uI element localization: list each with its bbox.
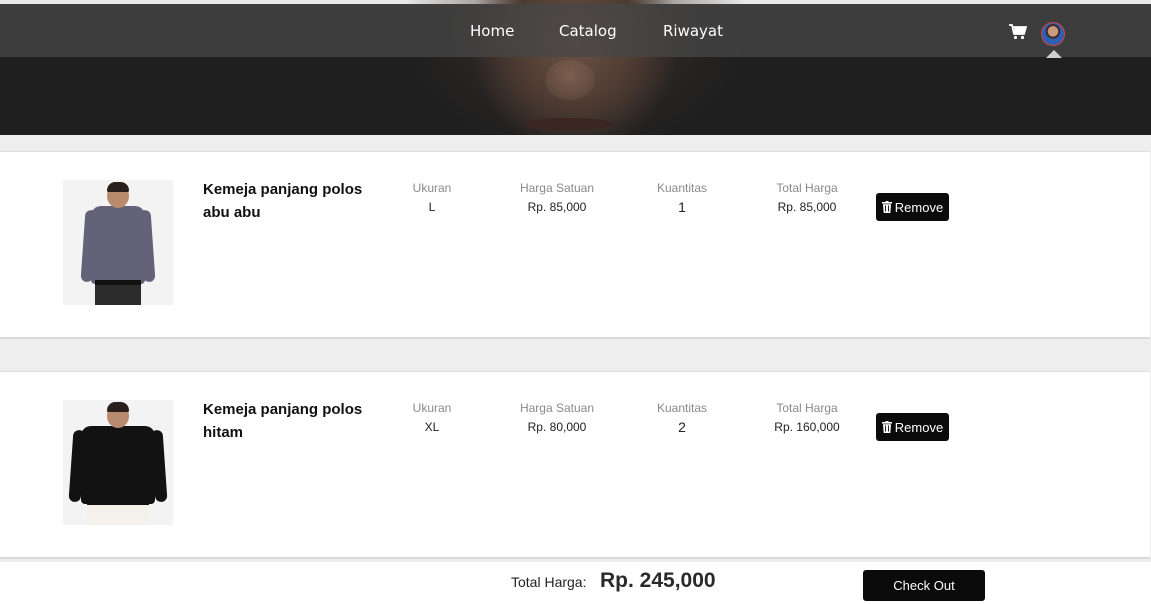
total-price-value: Rp. 85,000: [777, 200, 837, 214]
quantity-value: 1: [678, 199, 686, 215]
hero-photo-nose: [545, 60, 595, 100]
size-value: XL: [424, 420, 440, 434]
model-pants: [87, 504, 149, 525]
hero-banner: Home Catalog Riwayat: [0, 0, 1151, 135]
hero-photo-mouth: [525, 118, 615, 130]
remove-button[interactable]: Remove: [876, 413, 949, 441]
model-hair: [107, 402, 129, 412]
cart-item: Kemeja panjang polos hitam Ukuran XL Har…: [0, 371, 1150, 559]
cart-item: Kemeja panjang polos abu abu Ukuran L Ha…: [0, 151, 1150, 339]
nav-link-riwayat[interactable]: Riwayat: [663, 22, 723, 40]
navbar: Home Catalog Riwayat: [0, 4, 1151, 58]
total-price-column: Total Harga Rp. 160,000: [762, 401, 852, 434]
product-image: [63, 400, 173, 525]
remove-button-label: Remove: [894, 199, 944, 215]
quantity-value: 2: [678, 419, 686, 435]
unit-price-label: Harga Satuan: [519, 181, 595, 195]
product-image: [63, 180, 173, 305]
size-label: Ukuran: [412, 181, 452, 195]
model-hair: [107, 182, 129, 192]
quantity-label: Kuantitas: [656, 181, 708, 195]
checkout-summary-bar: Total Harga: Rp. 245,000 Check Out: [0, 562, 1151, 604]
cart-icon[interactable]: [1009, 24, 1027, 40]
grand-total-label: Total Harga:: [511, 574, 587, 590]
unit-price-column: Harga Satuan Rp. 85,000: [506, 181, 608, 214]
checkout-button[interactable]: Check Out: [863, 570, 985, 601]
shirt-body: [81, 426, 155, 504]
quantity-column: Kuantitas 2: [648, 401, 716, 435]
size-label: Ukuran: [412, 401, 452, 415]
total-price-label: Total Harga: [776, 401, 838, 415]
avatar[interactable]: [1041, 22, 1065, 46]
product-name: Kemeja panjang polos abu abu: [203, 181, 363, 221]
remove-button-label: Remove: [894, 419, 944, 435]
size-column: Ukuran L: [402, 181, 462, 214]
product-name: Kemeja panjang polos hitam: [203, 401, 363, 441]
nav-link-home[interactable]: Home: [470, 22, 514, 40]
trash-icon: [881, 421, 892, 433]
quantity-column: Kuantitas 1: [648, 181, 716, 215]
nav-link-catalog[interactable]: Catalog: [559, 22, 617, 40]
avatar-dropdown-caret-icon[interactable]: [1046, 50, 1062, 58]
model-belt: [87, 500, 149, 505]
size-value: L: [428, 200, 436, 214]
grand-total-value: Rp. 245,000: [600, 569, 716, 592]
unit-price-column: Harga Satuan Rp. 80,000: [506, 401, 608, 434]
remove-button[interactable]: Remove: [876, 193, 949, 221]
unit-price-value: Rp. 80,000: [527, 420, 587, 434]
unit-price-label: Harga Satuan: [519, 401, 595, 415]
quantity-label: Kuantitas: [656, 401, 708, 415]
size-column: Ukuran XL: [402, 401, 462, 434]
model-belt: [95, 280, 141, 285]
total-price-label: Total Harga: [776, 181, 838, 195]
total-price-value: Rp. 160,000: [774, 420, 840, 434]
shirt-body: [91, 206, 145, 284]
trash-icon: [881, 201, 892, 213]
model-pants: [95, 284, 141, 305]
total-price-column: Total Harga Rp. 85,000: [762, 181, 852, 214]
unit-price-value: Rp. 85,000: [527, 200, 587, 214]
